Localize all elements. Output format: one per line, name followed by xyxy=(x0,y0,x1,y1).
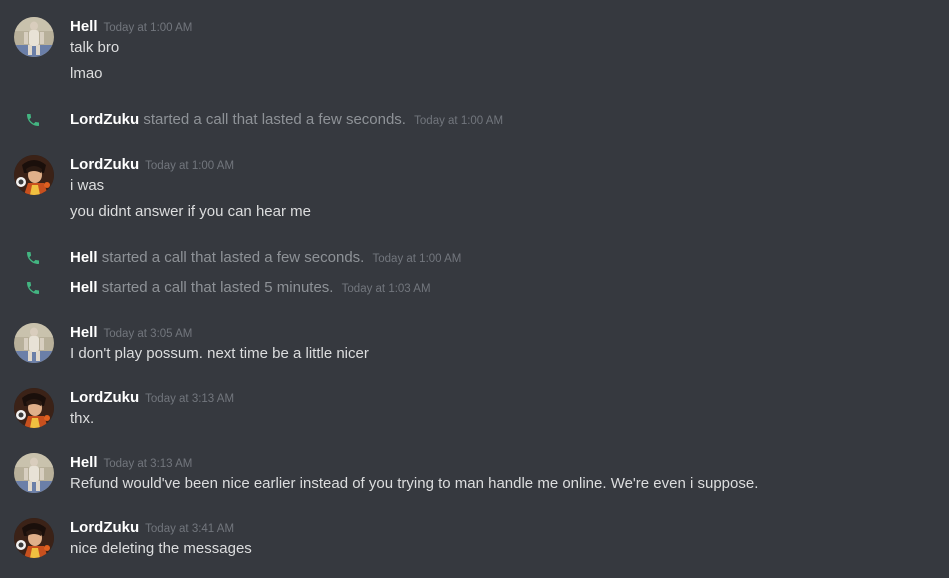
lordzuku-avatar[interactable] xyxy=(14,518,54,558)
message-author[interactable]: Hell xyxy=(70,324,98,341)
hell-avatar[interactable] xyxy=(14,453,54,493)
call-system-message: Hell started a call that lasted 5 minute… xyxy=(0,277,949,299)
lordzuku-avatar[interactable] xyxy=(14,155,54,195)
message-timestamp: Today at 3:41 AM xyxy=(145,523,235,535)
message-timestamp: Today at 3:13 AM xyxy=(103,458,193,470)
phone-icon xyxy=(27,282,39,294)
message-text: i was xyxy=(70,177,105,194)
call-system-message: LordZuku started a call that lasted a fe… xyxy=(0,109,949,131)
message-author[interactable]: LordZuku xyxy=(70,156,139,173)
message-text: thx. xyxy=(70,410,95,427)
message-text: I don't play possum. next time be a litt… xyxy=(70,345,369,362)
message-text: talk bro xyxy=(70,39,120,56)
message-author[interactable]: LordZuku xyxy=(70,519,139,536)
call-actor[interactable]: Hell xyxy=(70,249,98,266)
message-timestamp: Today at 1:00 AM xyxy=(103,22,193,34)
message-author[interactable]: Hell xyxy=(70,454,98,471)
call-description: started a call that lasted a few seconds… xyxy=(143,111,406,128)
call-timestamp: Today at 1:00 AM xyxy=(372,253,462,265)
message-timestamp: Today at 3:05 AM xyxy=(103,328,193,340)
message-text: Refund would've been nice earlier instea… xyxy=(70,475,759,492)
hell-avatar[interactable] xyxy=(14,323,54,363)
chat-messages: Hell Today at 1:00 AM talk bro lmao LordZ… xyxy=(0,0,949,578)
message-text: nice deleting the messages xyxy=(70,540,252,557)
message-text: lmao xyxy=(70,65,103,82)
message-timestamp: Today at 3:13 AM xyxy=(145,393,235,405)
hell-avatar[interactable] xyxy=(14,17,54,57)
phone-icon xyxy=(27,114,39,126)
phone-icon xyxy=(27,252,39,264)
message-text: you didnt answer if you can hear me xyxy=(70,203,311,220)
lordzuku-avatar[interactable] xyxy=(14,388,54,428)
message-author[interactable]: LordZuku xyxy=(70,389,139,406)
call-timestamp: Today at 1:03 AM xyxy=(341,283,431,295)
call-description: started a call that lasted 5 minutes. xyxy=(101,279,334,296)
message-author[interactable]: Hell xyxy=(70,18,98,35)
message-timestamp: Today at 1:00 AM xyxy=(145,160,235,172)
call-system-message: Hell started a call that lasted a few se… xyxy=(0,247,949,269)
call-description: started a call that lasted a few seconds… xyxy=(101,249,365,266)
call-timestamp: Today at 1:00 AM xyxy=(414,115,504,127)
call-actor[interactable]: Hell xyxy=(70,279,98,296)
call-actor[interactable]: LordZuku xyxy=(70,111,139,128)
